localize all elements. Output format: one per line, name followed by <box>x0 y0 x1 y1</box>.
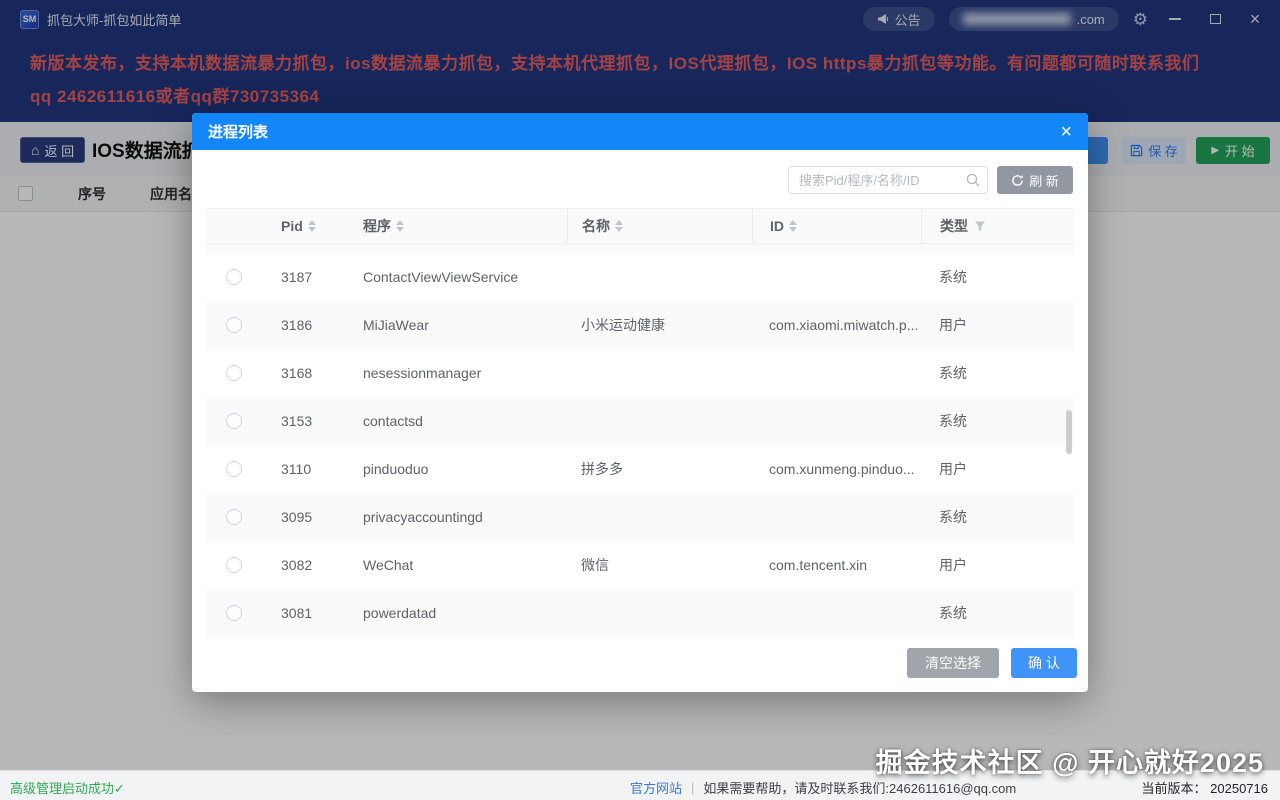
sort-icon[interactable] <box>615 220 623 232</box>
cell-pid: 3187 <box>262 269 362 285</box>
status-center: 官方网站 | 如果需要帮助，请及时联系我们:2462611616@qq.com <box>630 778 1016 797</box>
cell-program: nesessionmanager <box>362 365 567 381</box>
row-radio-cell <box>206 317 262 333</box>
header-pid[interactable]: Pid <box>262 209 362 243</box>
radio-button[interactable] <box>226 413 242 429</box>
process-row[interactable]: 3186 MiJiaWear 小米运动健康 com.xiaomi.miwatch… <box>206 301 1074 349</box>
radio-button[interactable] <box>226 269 242 285</box>
header-name-label: 名称 <box>582 216 610 236</box>
radio-button[interactable] <box>226 461 242 477</box>
cell-program: privacyaccountingd <box>362 509 567 525</box>
radio-button[interactable] <box>226 509 242 525</box>
cell-id: com.tencent.xin <box>752 557 921 573</box>
cell-program: powerdatad <box>362 605 567 621</box>
dialog-title: 进程列表 <box>208 121 268 142</box>
cell-pid: 3168 <box>262 365 362 381</box>
cell-type: 系统 <box>921 267 1074 287</box>
status-bar: 高级管理启动成功✓ 官方网站 | 如果需要帮助，请及时联系我们:24626116… <box>0 770 1280 800</box>
process-row[interactable]: 3110 pinduoduo 拼多多 com.xunmeng.pinduo...… <box>206 445 1074 493</box>
process-list-dialog: 进程列表 × 刷 新 Pid 程序 名称 ID 类型 <box>192 113 1088 692</box>
header-name[interactable]: 名称 <box>567 209 752 243</box>
dialog-footer: 清空选择 确 认 <box>192 648 1088 692</box>
search-wrap <box>788 166 988 194</box>
cell-name: 小米运动健康 <box>567 315 752 335</box>
header-type[interactable]: 类型 <box>921 209 1074 243</box>
cell-type: 系统 <box>921 363 1074 383</box>
cell-program: pinduoduo <box>362 461 567 477</box>
radio-button[interactable] <box>226 317 242 333</box>
row-radio-cell <box>206 605 262 621</box>
cell-program: WeChat <box>362 557 567 573</box>
process-table: Pid 程序 名称 ID 类型 3187 ContactViewViewServ… <box>206 208 1074 640</box>
process-row[interactable]: 3082 WeChat 微信 com.tencent.xin 用户 <box>206 541 1074 589</box>
app-window: SM 抓包大师-抓包如此简单 公告 .com ⚙ × 新版本发布，支持本机数据流… <box>0 0 1280 800</box>
cell-name: 拼多多 <box>567 459 752 479</box>
version-value: 20250716 <box>1210 781 1268 796</box>
clear-selection-button[interactable]: 清空选择 <box>907 648 999 678</box>
process-row[interactable]: 3095 privacyaccountingd 系统 <box>206 493 1074 541</box>
row-radio-cell <box>206 365 262 381</box>
cell-pid: 3082 <box>262 557 362 573</box>
refresh-button[interactable]: 刷 新 <box>997 166 1073 194</box>
sort-icon[interactable] <box>396 220 404 232</box>
cell-type: 系统 <box>921 411 1074 431</box>
sort-icon[interactable] <box>789 220 797 232</box>
row-radio-cell <box>206 413 262 429</box>
search-input[interactable] <box>788 166 988 194</box>
header-id-label: ID <box>770 218 784 234</box>
row-radio-cell <box>206 557 262 573</box>
cell-program: MiJiaWear <box>362 317 567 333</box>
official-site-link[interactable]: 官方网站 <box>630 778 682 797</box>
row-radio-cell <box>206 461 262 477</box>
cell-pid: 3081 <box>262 605 362 621</box>
row-radio-cell <box>206 269 262 285</box>
status-message: 高级管理启动成功✓ <box>10 778 125 797</box>
cell-program: contactsd <box>362 413 567 429</box>
cell-id: com.xunmeng.pinduo... <box>752 461 921 477</box>
cell-pid: 3153 <box>262 413 362 429</box>
header-program[interactable]: 程序 <box>362 209 567 243</box>
header-id[interactable]: ID <box>752 209 921 243</box>
cell-type: 用户 <box>921 459 1074 479</box>
sort-icon[interactable] <box>308 220 316 232</box>
cell-name: 微信 <box>567 555 752 575</box>
version-info: 当前版本： 20250716 <box>1142 778 1268 797</box>
search-row: 刷 新 <box>192 150 1088 194</box>
help-contact-text: 如果需要帮助，请及时联系我们:2462611616@qq.com <box>703 778 1016 797</box>
radio-button[interactable] <box>226 605 242 621</box>
header-pid-label: Pid <box>281 218 303 234</box>
cell-type: 系统 <box>921 507 1074 527</box>
scrollbar-thumb[interactable] <box>1066 410 1072 454</box>
filter-icon[interactable] <box>974 220 986 232</box>
process-row[interactable]: 3081 powerdatad 系统 <box>206 589 1074 637</box>
refresh-icon <box>1011 174 1024 187</box>
header-type-label: 类型 <box>940 216 968 236</box>
radio-button[interactable] <box>226 557 242 573</box>
refresh-label: 刷 新 <box>1029 171 1059 190</box>
row-radio-cell <box>206 509 262 525</box>
cell-program: ContactViewViewService <box>362 269 567 285</box>
cell-pid: 3110 <box>262 461 362 477</box>
confirm-button[interactable]: 确 认 <box>1011 648 1077 678</box>
process-table-body: 3187 ContactViewViewService 系统 3186 MiJi… <box>206 244 1074 640</box>
radio-button[interactable] <box>226 365 242 381</box>
cell-type: 用户 <box>921 555 1074 575</box>
process-row[interactable]: 3187 ContactViewViewService 系统 <box>206 253 1074 301</box>
dialog-header: 进程列表 × <box>192 113 1088 150</box>
partial-row <box>206 244 1074 253</box>
header-radio-spacer <box>206 209 262 243</box>
search-icon <box>965 172 981 188</box>
process-table-header: Pid 程序 名称 ID 类型 <box>206 208 1074 244</box>
cell-pid: 3186 <box>262 317 362 333</box>
header-program-label: 程序 <box>363 216 391 236</box>
cell-type: 用户 <box>921 315 1074 335</box>
process-row[interactable]: 3168 nesessionmanager 系统 <box>206 349 1074 397</box>
cell-id: com.xiaomi.miwatch.p... <box>752 317 921 333</box>
status-divider: | <box>691 780 694 795</box>
version-label: 当前版本： <box>1142 781 1207 796</box>
cell-type: 系统 <box>921 603 1074 623</box>
cell-pid: 3095 <box>262 509 362 525</box>
process-row[interactable]: 3153 contactsd 系统 <box>206 397 1074 445</box>
dialog-close-button[interactable]: × <box>1060 122 1072 142</box>
